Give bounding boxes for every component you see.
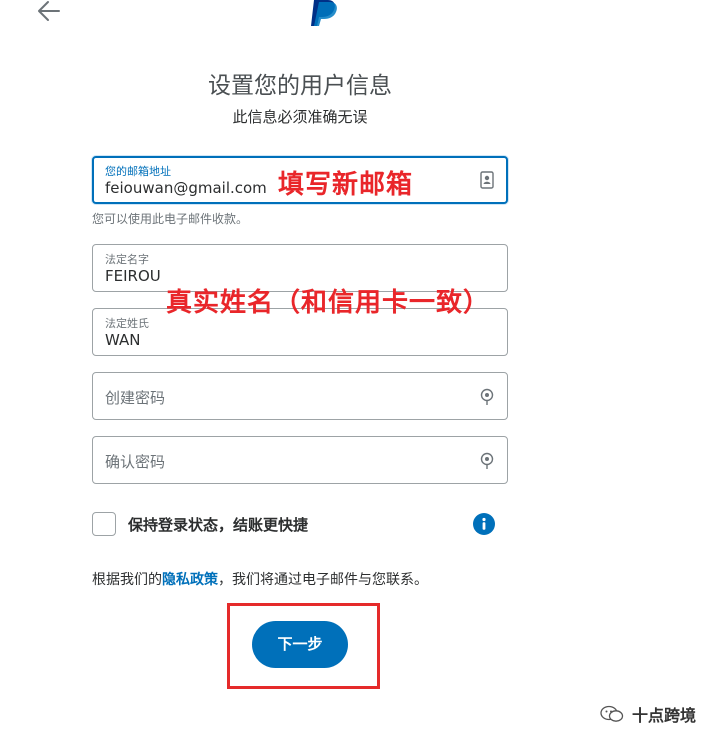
watermark-text: 十点跨境 (632, 706, 697, 725)
back-button[interactable] (36, 0, 62, 22)
first-name-value[interactable]: FEIROU (105, 267, 161, 285)
contact-card-icon (479, 170, 495, 190)
stay-logged-in-label[interactable]: 保持登录状态，结账更快捷 (128, 514, 308, 535)
wechat-icon (600, 705, 624, 722)
email-field-value[interactable]: feiouwan@gmail.com (105, 179, 267, 197)
password-visibility-icon[interactable] (479, 450, 495, 470)
first-name-label: 法定名字 (105, 253, 149, 266)
name-annotation: 真实姓名（和信用卡一致） (166, 288, 491, 318)
paypal-logo (308, 0, 340, 26)
privacy-notice-suffix: ，我们将通过电子邮件与您联系。 (218, 572, 428, 588)
arrow-left-icon (38, 1, 60, 21)
email-annotation: 填写新邮箱 (278, 170, 414, 200)
privacy-notice: 根据我们的隐私政策，我们将通过电子邮件与您联系。 (92, 569, 428, 589)
stay-logged-in-checkbox[interactable] (92, 512, 116, 536)
password-visibility-icon[interactable] (479, 386, 495, 406)
last-name-value[interactable]: WAN (105, 331, 141, 349)
page-title: 设置您的用户信息 (208, 73, 392, 99)
create-password-field[interactable]: 创建密码 (92, 372, 508, 420)
page-subtitle: 此信息必须准确无误 (232, 108, 368, 126)
privacy-notice-prefix: 根据我们的 (92, 572, 162, 588)
create-password-placeholder: 创建密码 (105, 389, 166, 407)
email-field-label: 您的邮箱地址 (105, 165, 171, 178)
confirm-password-field[interactable]: 确认密码 (92, 436, 508, 484)
info-icon[interactable] (473, 513, 495, 535)
confirm-password-placeholder: 确认密码 (105, 453, 166, 471)
last-name-label: 法定姓氏 (105, 317, 149, 330)
privacy-policy-link[interactable]: 隐私政策 (162, 572, 218, 588)
next-button[interactable]: 下一步 (252, 621, 348, 668)
email-hint: 您可以使用此电子邮件收款。 (92, 212, 249, 226)
watermark: 十点跨境 (600, 703, 696, 725)
